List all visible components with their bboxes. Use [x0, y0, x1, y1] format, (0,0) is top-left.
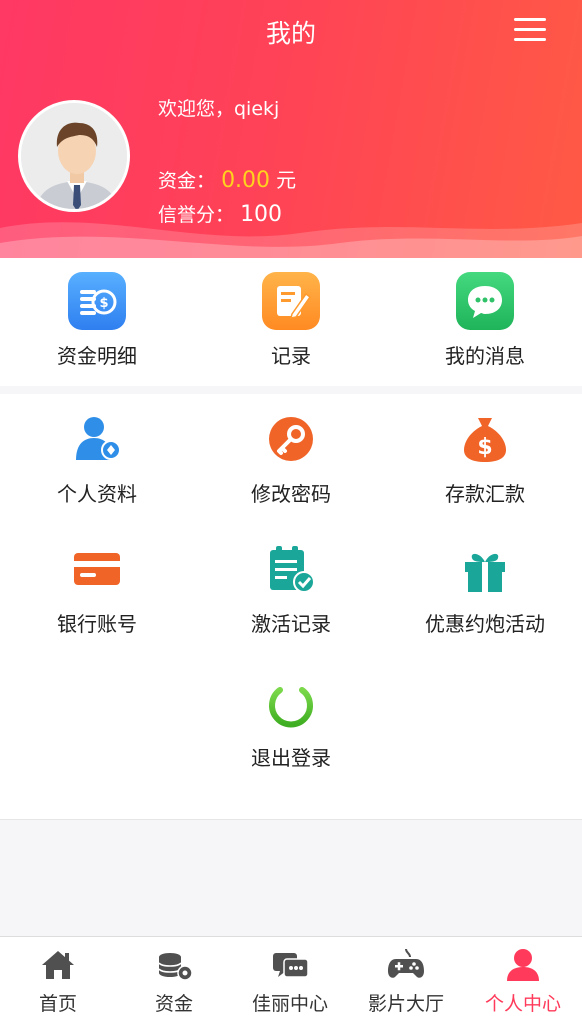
avatar[interactable] — [18, 100, 130, 212]
funds-row: 资金： 0.00 元 — [158, 164, 296, 193]
tab-video-hall-label: 影片大厅 — [367, 993, 444, 1015]
tab-video-hall[interactable]: 影片大厅 — [348, 937, 464, 1024]
hamburger-menu-icon[interactable] — [514, 18, 546, 42]
credit-label: 信誉分： — [158, 204, 235, 226]
activation-records-label: 激活记录 — [251, 612, 331, 636]
activation-records-button[interactable]: 激活记录 — [194, 540, 388, 637]
deposit-remit-label: 存款汇款 — [445, 482, 525, 506]
credit-row: 信誉分： 100 — [158, 200, 282, 227]
change-password-label: 修改密码 — [251, 482, 331, 506]
person-icon — [507, 949, 539, 981]
coins-icon: $ — [68, 272, 126, 330]
logout-label: 退出登录 — [251, 746, 331, 770]
tab-home[interactable]: 首页 — [0, 937, 116, 1024]
gift-icon — [465, 553, 505, 592]
tab-personal-center-label: 个人中心 — [484, 993, 561, 1015]
funds-detail-label: 资金明细 — [57, 344, 137, 368]
chat-bubble-icon — [456, 272, 514, 330]
svg-text:$: $ — [99, 296, 108, 311]
funds-detail-button[interactable]: $ 资金明细 — [0, 272, 194, 369]
note-edit-icon — [262, 272, 320, 330]
change-password-button[interactable]: 修改密码 — [194, 410, 388, 507]
my-messages-button[interactable]: 我的消息 — [388, 272, 582, 369]
gamepad-icon — [388, 948, 424, 978]
user-profile-icon — [76, 417, 121, 460]
money-bag-icon: $ — [464, 418, 506, 462]
tab-funds[interactable]: 资金 — [116, 937, 232, 1024]
coins-gear-icon — [158, 953, 193, 981]
funds-label: 资金： — [158, 170, 216, 192]
funds-unit: 元 — [276, 168, 297, 192]
my-messages-label: 我的消息 — [445, 344, 525, 368]
records-button[interactable]: 记录 — [194, 272, 388, 369]
promotion-label: 优惠约炮活动 — [425, 612, 545, 636]
funds-amount: 0.00 — [221, 168, 271, 193]
logout-button[interactable]: 退出登录 — [194, 674, 388, 771]
bank-account-label: 银行账号 — [57, 612, 137, 636]
tab-personal-center[interactable]: 个人中心 — [464, 937, 582, 1024]
credit-score: 100 — [240, 202, 283, 227]
key-icon — [269, 417, 313, 461]
welcome-text: 欢迎您，qiekj — [158, 98, 280, 120]
bank-card-icon — [74, 553, 120, 585]
records-label: 记录 — [271, 344, 311, 368]
tab-beauty-center[interactable]: 佳丽中心 — [232, 937, 348, 1024]
bottom-tab-bar: 首页 资金 佳丽中心 影片大厅 个人中心 — [0, 936, 582, 1024]
tab-home-label: 首页 — [38, 993, 77, 1015]
page-title: 我的 — [265, 19, 316, 48]
tab-beauty-center-label: 佳丽中心 — [251, 993, 328, 1015]
svg-text:$: $ — [477, 435, 492, 460]
bank-account-button[interactable]: 银行账号 — [0, 540, 194, 637]
tab-funds-label: 资金 — [154, 993, 193, 1015]
deposit-remit-button[interactable]: $ 存款汇款 — [388, 410, 582, 507]
menu-grid: 个人资料 修改密码 $ 存款汇款 银行账号 激活记录 优惠约炮活动 退出登录 — [0, 394, 582, 820]
profile-label: 个人资料 — [57, 482, 137, 506]
quick-actions: $ 资金明细 记录 我的消息 — [0, 258, 582, 386]
home-icon — [42, 951, 74, 979]
power-icon — [269, 679, 313, 728]
clipboard-check-icon — [270, 546, 315, 593]
chat-icon — [273, 953, 309, 978]
profile-header: 我的 欢迎您，qiekj 资金： 0.00 元 信誉分： 100 — [0, 0, 582, 258]
promotion-button[interactable]: 优惠约炮活动 — [388, 540, 582, 637]
profile-button[interactable]: 个人资料 — [0, 410, 194, 507]
